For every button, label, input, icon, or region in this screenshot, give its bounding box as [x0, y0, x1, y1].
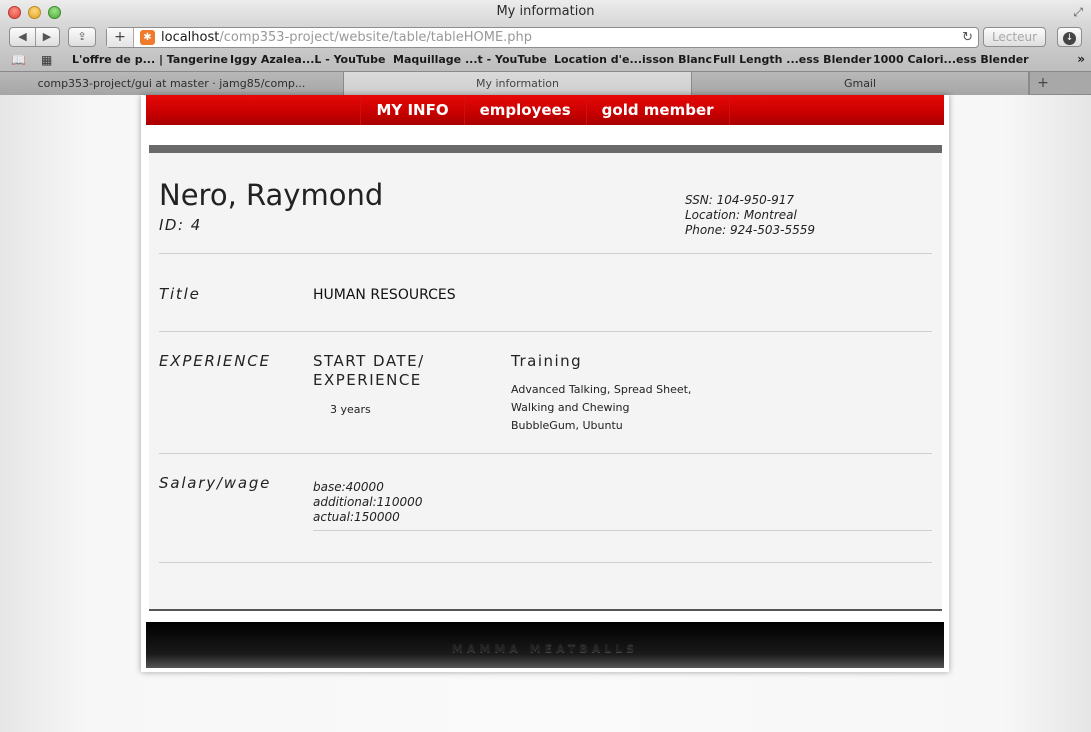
salary-base: base:40000	[313, 480, 384, 494]
experience-label: EXPERIENCE	[159, 352, 271, 370]
divider	[159, 453, 932, 454]
location-text: Location: Montreal	[685, 208, 797, 222]
main-nav: MY INFO employees gold member	[146, 95, 944, 125]
close-window-button[interactable]	[8, 6, 21, 19]
contact-info: SSN: 104-950-917 Location: Montreal Phon…	[685, 193, 815, 238]
divider	[313, 530, 932, 531]
bookmark-item[interactable]: 1000 Calori...ess Blender	[873, 53, 1029, 66]
window-title: My information	[496, 4, 595, 19]
page-sheet: MY INFO employees gold member Nero, Raym…	[141, 95, 949, 672]
tab-gmail[interactable]: Gmail	[692, 72, 1029, 95]
window-titlebar: My information ⤢	[0, 0, 1091, 24]
tab-bar: comp353-project/gui at master · jamg85/c…	[0, 71, 1091, 95]
reload-icon[interactable]: ↻	[962, 28, 973, 47]
training-item: Walking and Chewing	[511, 401, 630, 414]
bookmark-item[interactable]: Maquillage ...t - YouTube	[393, 53, 547, 66]
site-favicon-icon: ✱	[140, 30, 155, 45]
zoom-window-button[interactable]	[48, 6, 61, 19]
divider	[159, 562, 932, 563]
training-item: BubbleGum, Ubuntu	[511, 419, 623, 432]
share-button[interactable]: ⇪	[68, 27, 96, 47]
salary-label: Salary/wage	[159, 474, 272, 492]
nav-gold-member[interactable]: gold member	[585, 95, 730, 125]
share-icon: ⇪	[77, 30, 87, 43]
url-text[interactable]: localhost/comp353-project/website/table/…	[161, 28, 532, 47]
footer-text: MAMMA MEATBALLS	[451, 642, 639, 655]
title-label: Title	[159, 285, 201, 303]
tab-github[interactable]: comp353-project/gui at master · jamg85/c…	[0, 72, 344, 95]
back-forward-buttons: ◀ ▶	[9, 27, 60, 47]
reading-list-icon[interactable]: 📖	[11, 53, 26, 67]
employee-id: ID: 4	[159, 216, 202, 234]
nav-my-info[interactable]: MY INFO	[360, 95, 463, 125]
nav-employees[interactable]: employees	[463, 95, 586, 125]
browser-toolbar: ◀ ▶ ⇪ + ✱ localhost/comp353-project/websi…	[0, 24, 1091, 50]
tab-my-information[interactable]: My information	[344, 72, 692, 95]
download-icon: ↓	[1063, 32, 1076, 45]
web-page: MY INFO employees gold member Nero, Raym…	[0, 95, 1091, 732]
reader-button[interactable]: Lecteur	[983, 27, 1046, 47]
page-footer: MAMMA MEATBALLS	[146, 622, 944, 668]
fullscreen-icon[interactable]: ⤢	[1073, 5, 1083, 20]
add-bookmark-icon[interactable]: +	[107, 28, 134, 47]
forward-icon[interactable]: ▶	[34, 28, 59, 46]
bookmarks-bar: 📖 ▦ L'offre de p... | Tangerine Iggy Aza…	[0, 50, 1091, 71]
bookmark-item[interactable]: Full Length ...ess Blender	[713, 53, 871, 66]
training-list: Advanced Talking, Spread Sheet, Walking …	[511, 381, 691, 435]
ssn-text: SSN: 104-950-917	[685, 193, 795, 207]
address-bar[interactable]: + ✱ localhost/comp353-project/website/ta…	[106, 27, 979, 48]
downloads-button[interactable]: ↓	[1057, 27, 1082, 47]
salary-actual: actual:150000	[313, 510, 400, 524]
bookmark-item[interactable]: Iggy Azalea...L - YouTube	[230, 53, 385, 66]
top-sites-grid-icon[interactable]: ▦	[41, 53, 52, 67]
training-item: Advanced Talking, Spread Sheet,	[511, 383, 692, 396]
minimize-window-button[interactable]	[28, 6, 41, 19]
title-value: HUMAN RESOURCES	[313, 287, 456, 303]
profile-panel: Nero, Raymond ID: 4 SSN: 104-950-917 Loc…	[149, 145, 942, 611]
divider	[159, 253, 932, 254]
new-tab-icon[interactable]: +	[1029, 72, 1056, 95]
bookmark-item[interactable]: Location d'e...isson Blanc	[554, 53, 712, 66]
employee-name: Nero, Raymond	[159, 178, 384, 212]
start-date-heading: START DATE/ EXPERIENCE	[313, 352, 425, 389]
salary-additional: additional:110000	[313, 495, 423, 509]
bookmark-item[interactable]: L'offre de p... | Tangerine	[72, 53, 228, 66]
training-heading: Training	[511, 352, 583, 370]
back-icon[interactable]: ◀	[11, 28, 35, 46]
salary-values: base:40000 additional:110000 actual:1500…	[313, 480, 422, 525]
experience-years: 3 years	[330, 403, 371, 416]
more-bookmarks-icon[interactable]: »	[1077, 52, 1085, 66]
phone-text: Phone: 924-503-5559	[685, 223, 816, 237]
divider	[159, 331, 932, 332]
